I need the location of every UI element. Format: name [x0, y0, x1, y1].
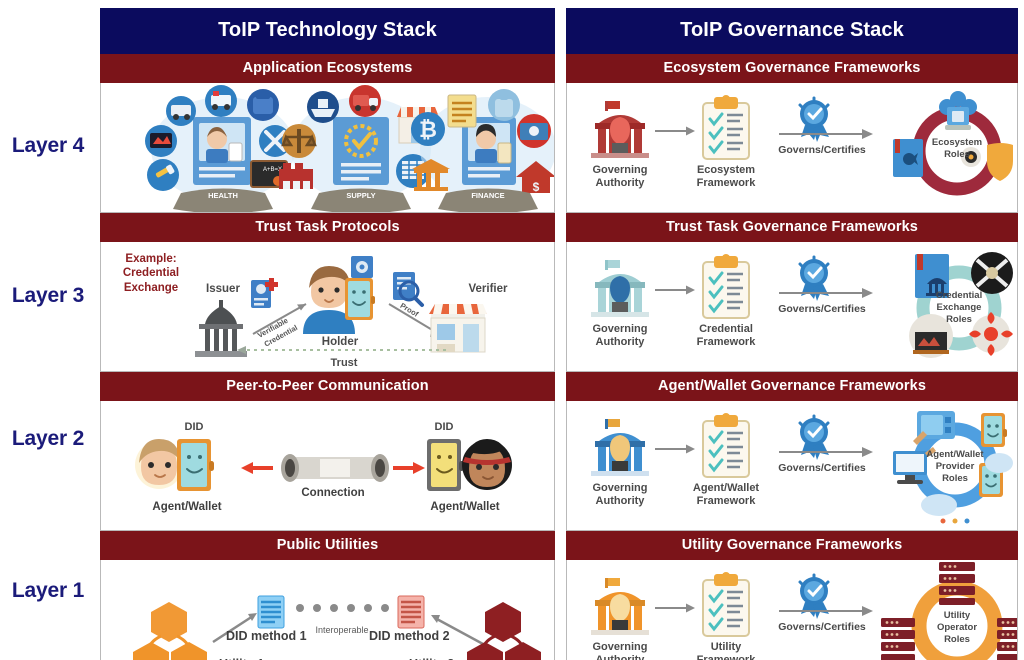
- governs-certifies-label-l2: Governs/Certifies: [778, 462, 866, 474]
- framework-label-l1-line1: Utility: [711, 641, 742, 653]
- roles-label-l1-line2: Operator: [937, 622, 977, 633]
- ecosystem-label-finance: FINANCE: [471, 191, 504, 200]
- governs-certifies-label-l3: Governs/Certifies: [778, 303, 866, 315]
- panel-public-utilities: DID method 1 Utility 1 Interoperable DID…: [100, 560, 555, 660]
- agent-wallet-label-right: Agent/Wallet: [430, 501, 499, 513]
- panel-utility-governance: Governing Authority Utility Framework Go…: [566, 560, 1018, 660]
- technology-stack-column: ToIP Technology Stack Application Ecosys…: [100, 8, 555, 660]
- governing-authority-label-l2-line1: Governing: [592, 482, 647, 494]
- band-public-utilities: Public Utilities: [100, 531, 555, 560]
- governing-authority-label-l3-line1: Governing: [592, 323, 647, 335]
- roles-label-l2-line1: Agent/Wallet: [926, 449, 984, 460]
- agent-wallet-governance-art: Governing Authority Agent/Wallet Framewo…: [591, 411, 1013, 524]
- layer-label-4: Layer 4: [11, 134, 85, 157]
- utility-governance-art: Governing Authority Utility Framework Go…: [591, 562, 1017, 660]
- svg-text:₿: ₿: [419, 117, 437, 142]
- layer-label-3: Layer 3: [11, 284, 85, 307]
- public-utilities-art: DID method 1 Utility 1 Interoperable DID…: [133, 595, 541, 660]
- ecosystem-label-supply: SUPPLY: [346, 191, 375, 200]
- roles-label-l3-line2: Exchange: [937, 302, 982, 313]
- band-trust-task-protocols: Trust Task Protocols: [100, 213, 555, 242]
- ecosystem-label-health: HEALTH: [208, 191, 238, 200]
- example-credential-exchange-note: Example: Credential Exchange: [122, 253, 180, 294]
- panel-application-ecosystems: A+B=X HEALTH SUPPLY ₿ $ FINANCE: [100, 83, 555, 213]
- did-method-2-label: DID method 2: [369, 629, 450, 643]
- panel-peer-to-peer-communication: DID Agent/Wallet Connection DID Agent/Wa…: [100, 401, 555, 531]
- framework-label-l3-line2: Framework: [697, 336, 757, 348]
- band-application-ecosystems: Application Ecosystems: [100, 54, 555, 83]
- band-utility-governance-frameworks: Utility Governance Frameworks: [566, 531, 1018, 560]
- framework-label-l4-line2: Framework: [697, 177, 757, 189]
- did-label-left: DID: [185, 421, 204, 433]
- panel-trust-task-protocols: Example: Credential Exchange Issuer Veri…: [100, 242, 555, 372]
- roles-label-l3-line3: Roles: [946, 314, 972, 325]
- governing-authority-label-l4-line2: Authority: [596, 177, 646, 189]
- roles-label-l4-line1: Ecosystem: [932, 137, 982, 148]
- band-peer-to-peer-communication: Peer-to-Peer Communication: [100, 372, 555, 401]
- layer-label-1: Layer 1: [11, 579, 85, 602]
- role-label-holder: Holder: [322, 336, 359, 348]
- panel-ecosystem-governance: Governing Authority Ecosystem Framework: [566, 83, 1018, 213]
- role-label-issuer: Issuer: [206, 283, 240, 295]
- band-agent-wallet-governance-frameworks: Agent/Wallet Governance Frameworks: [566, 372, 1018, 401]
- governing-authority-label-l1-line2: Authority: [596, 654, 646, 660]
- governs-certifies-label-l1: Governs/Certifies: [778, 621, 866, 633]
- roles-label-l2-line3: Roles: [942, 473, 968, 484]
- governing-authority-label-l1-line1: Governing: [592, 641, 647, 653]
- roles-label-l1-line1: Utility: [944, 610, 971, 621]
- connection-label: Connection: [301, 487, 364, 499]
- interoperable-label: Interoperable: [315, 625, 368, 635]
- governing-authority-label-l4-line1: Governing: [592, 164, 647, 176]
- agent-wallet-label-left: Agent/Wallet: [152, 501, 221, 513]
- technology-stack-title: ToIP Technology Stack: [100, 8, 555, 54]
- peer-to-peer-art: DID Agent/Wallet Connection DID Agent/Wa…: [135, 421, 512, 513]
- framework-label-l3-line1: Credential: [699, 323, 753, 335]
- governing-authority-label-l2-line2: Authority: [596, 495, 646, 507]
- framework-label-l2-line2: Framework: [697, 495, 757, 507]
- panel-agent-wallet-governance: Governing Authority Agent/Wallet Framewo…: [566, 401, 1018, 531]
- band-trust-task-governance-frameworks: Trust Task Governance Frameworks: [566, 213, 1018, 242]
- governs-certifies-label-l4: Governs/Certifies: [778, 144, 866, 156]
- did-label-right: DID: [435, 421, 454, 433]
- svg-text:$: $: [533, 180, 540, 194]
- interoperable-dots: [296, 604, 389, 612]
- toip-stack-diagram: Layer 4 Layer 3 Layer 2 Layer 1 ToIP Tec…: [0, 0, 1024, 660]
- panel-trust-task-governance: Governing Authority Credential Framework: [566, 242, 1018, 372]
- role-label-verifier: Verifier: [469, 283, 509, 295]
- framework-label-l2-line1: Agent/Wallet: [693, 482, 760, 494]
- application-ecosystems-art: A+B=X HEALTH SUPPLY ₿ $ FINANCE: [145, 85, 554, 212]
- governance-stack-column: ToIP Governance Stack Ecosystem Governan…: [566, 8, 1018, 660]
- trust-task-governance-art: Governing Authority Credential Framework: [591, 252, 1013, 358]
- governance-stack-title: ToIP Governance Stack: [566, 8, 1018, 54]
- layer-label-gutter: Layer 4 Layer 3 Layer 2 Layer 1: [0, 0, 96, 660]
- band-ecosystem-governance-frameworks: Ecosystem Governance Frameworks: [566, 54, 1018, 83]
- ecosystem-governance-art: Governing Authority Ecosystem Framework: [591, 91, 1013, 196]
- layer-label-2: Layer 2: [11, 427, 85, 450]
- did-method-1-label: DID method 1: [226, 629, 307, 643]
- framework-label-l4-line1: Ecosystem: [697, 164, 755, 176]
- edge-label-trust: Trust: [331, 357, 358, 369]
- roles-label-l2-line2: Provider: [936, 461, 975, 472]
- roles-label-l1-line3: Roles: [944, 634, 970, 645]
- roles-label-l4-line2: Roles: [944, 149, 970, 160]
- roles-label-l3-line1: Credential: [936, 290, 982, 301]
- governing-authority-label-l3-line2: Authority: [596, 336, 646, 348]
- framework-label-l1-line2: Framework: [697, 654, 757, 660]
